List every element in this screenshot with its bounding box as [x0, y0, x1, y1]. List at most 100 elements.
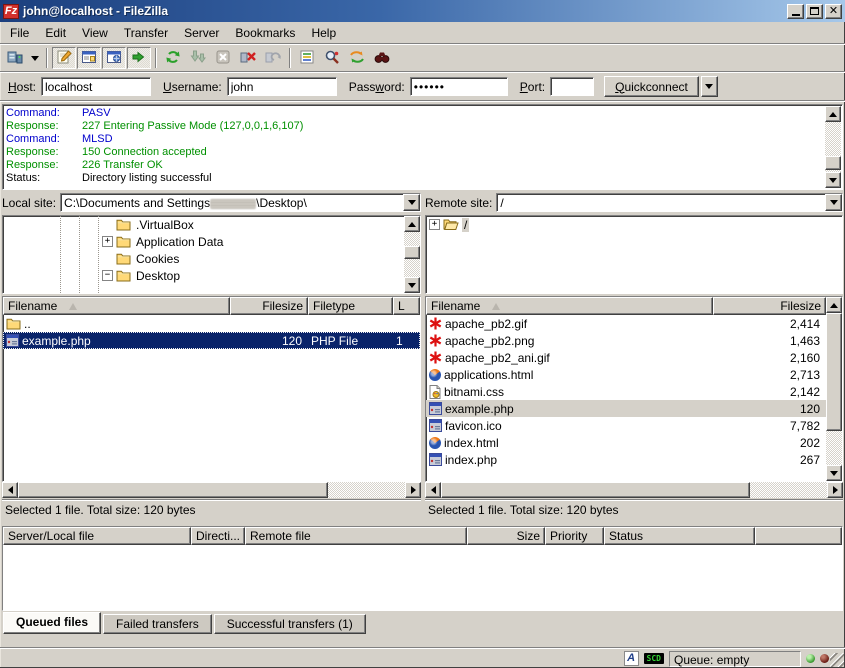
minimize-button[interactable]: [787, 4, 804, 19]
local-file-row-parent[interactable]: ..: [3, 315, 420, 332]
local-site-dropdown-button[interactable]: [403, 194, 420, 211]
queue-list-area[interactable]: [3, 545, 842, 610]
tab-successful-transfers[interactable]: Successful transfers (1): [214, 614, 366, 634]
tab-failed-transfers[interactable]: Failed transfers: [103, 614, 212, 634]
column-header-filetype[interactable]: Filetype: [308, 297, 393, 315]
host-input[interactable]: [41, 77, 151, 96]
menu-help[interactable]: Help: [303, 24, 344, 42]
remote-file-row[interactable]: index.html 202: [426, 434, 826, 451]
scroll-right-button[interactable]: [827, 482, 843, 498]
toggle-remote-tree-button[interactable]: [102, 47, 126, 69]
scroll-thumb[interactable]: [826, 313, 842, 431]
port-input[interactable]: [550, 77, 594, 96]
expand-icon[interactable]: +: [429, 219, 440, 230]
scroll-left-button[interactable]: [2, 482, 18, 498]
cancel-operation-button[interactable]: [211, 47, 235, 69]
column-header-filesize[interactable]: Filesize: [230, 297, 308, 315]
toggle-local-tree-button[interactable]: [77, 47, 101, 69]
remote-file-row[interactable]: apache_pb2.png 1,463: [426, 332, 826, 349]
site-manager-button[interactable]: [3, 47, 27, 69]
maximize-button[interactable]: [806, 4, 823, 19]
directory-filters-button[interactable]: [295, 47, 319, 69]
local-tree-item-virtualbox[interactable]: .VirtualBox: [3, 216, 404, 233]
close-button[interactable]: ✕: [825, 4, 842, 19]
image-file-icon: [429, 334, 442, 347]
menu-bookmarks[interactable]: Bookmarks: [227, 24, 303, 42]
scroll-right-button[interactable]: [405, 482, 421, 498]
queue-column-priority[interactable]: Priority: [545, 527, 604, 545]
menu-edit[interactable]: Edit: [37, 24, 74, 42]
scroll-thumb[interactable]: [825, 156, 841, 170]
remote-tree-item-root[interactable]: + /: [426, 216, 842, 233]
remote-file-row[interactable]: applications.html 2,713: [426, 366, 826, 383]
quickconnect-button[interactable]: Quickconnect: [604, 76, 699, 97]
scroll-up-button[interactable]: [826, 297, 842, 313]
local-tree-scrollbar[interactable]: [404, 216, 420, 293]
log-scrollbar[interactable]: [825, 106, 841, 188]
synchronized-browsing-button[interactable]: [345, 47, 369, 69]
local-horizontal-scrollbar[interactable]: [2, 482, 421, 498]
scroll-thumb[interactable]: [404, 246, 420, 259]
process-queue-icon: [190, 49, 206, 68]
column-header-filesize[interactable]: Filesize: [713, 297, 826, 315]
column-header-filename[interactable]: Filename: [3, 297, 230, 315]
speed-limit-icon[interactable]: SCD: [644, 653, 664, 664]
scroll-down-button[interactable]: [826, 465, 842, 481]
toggle-transfer-queue-button[interactable]: [127, 47, 151, 69]
queue-column-remote-file[interactable]: Remote file: [245, 527, 467, 545]
local-tree-item-cookies[interactable]: Cookies: [3, 250, 404, 267]
chevron-down-icon: [408, 200, 416, 205]
site-manager-dropdown-button[interactable]: [28, 47, 42, 69]
local-tree-item-application-data[interactable]: + Application Data: [3, 233, 404, 250]
menu-server[interactable]: Server: [176, 24, 227, 42]
resize-grip[interactable]: [830, 653, 844, 667]
reconnect-button[interactable]: [261, 47, 285, 69]
collapse-icon[interactable]: −: [102, 270, 113, 281]
process-queue-button[interactable]: [186, 47, 210, 69]
remote-list-scrollbar[interactable]: [826, 297, 842, 481]
transfer-type-icon[interactable]: A: [624, 651, 639, 666]
scroll-thumb[interactable]: [18, 482, 328, 498]
scroll-thumb[interactable]: [441, 482, 750, 498]
queue-column-size[interactable]: Size: [467, 527, 545, 545]
column-header-filename[interactable]: Filename: [426, 297, 713, 315]
expand-icon[interactable]: +: [102, 236, 113, 247]
directory-comparison-button[interactable]: [320, 47, 344, 69]
remote-site-dropdown-button[interactable]: [825, 194, 842, 211]
remote-file-row[interactable]: apache_pb2.gif 2,414: [426, 315, 826, 332]
scroll-up-button[interactable]: [404, 216, 420, 232]
username-input[interactable]: [227, 77, 337, 96]
disconnect-button[interactable]: [236, 47, 260, 69]
scroll-up-button[interactable]: [825, 106, 841, 122]
queue-column-server-local-file[interactable]: Server/Local file: [3, 527, 191, 545]
find-files-button[interactable]: [370, 47, 394, 69]
remote-file-row[interactable]: apache_pb2_ani.gif 2,160: [426, 349, 826, 366]
reconnect-icon: [265, 49, 281, 68]
toolbar: [0, 45, 845, 71]
remote-file-row[interactable]: bitnami.css 2,142: [426, 383, 826, 400]
remote-status-text: Selected 1 file. Total size: 120 bytes: [425, 499, 843, 519]
scroll-down-button[interactable]: [825, 172, 841, 188]
menu-transfer[interactable]: Transfer: [116, 24, 176, 42]
local-site-combobox[interactable]: C:\Documents and Settings\Desktop\: [60, 193, 421, 212]
remote-horizontal-scrollbar[interactable]: [425, 482, 843, 498]
password-input[interactable]: [410, 77, 508, 96]
remote-file-row[interactable]: favicon.ico 7,782: [426, 417, 826, 434]
menu-file[interactable]: File: [2, 24, 37, 42]
queue-column-status[interactable]: Status: [604, 527, 755, 545]
remote-file-row[interactable]: index.php 267: [426, 451, 826, 468]
quickconnect-bar: Host: Username: Password: Port: Quickcon…: [0, 73, 845, 100]
remote-file-row-example-php[interactable]: example.php 120: [426, 400, 826, 417]
local-tree-item-desktop[interactable]: − Desktop: [3, 267, 404, 284]
local-file-row-example-php[interactable]: example.php 120 PHP File 1: [3, 332, 420, 349]
menu-view[interactable]: View: [74, 24, 116, 42]
scroll-down-button[interactable]: [404, 277, 420, 293]
refresh-button[interactable]: [161, 47, 185, 69]
remote-site-combobox[interactable]: /: [496, 193, 843, 212]
scroll-left-button[interactable]: [425, 482, 441, 498]
tab-queued-files[interactable]: Queued files: [3, 612, 101, 634]
column-header-last-modified[interactable]: L: [393, 297, 420, 315]
queue-column-direction[interactable]: Directi...: [191, 527, 245, 545]
quickconnect-dropdown-button[interactable]: [701, 76, 718, 97]
toggle-message-log-button[interactable]: [52, 47, 76, 69]
